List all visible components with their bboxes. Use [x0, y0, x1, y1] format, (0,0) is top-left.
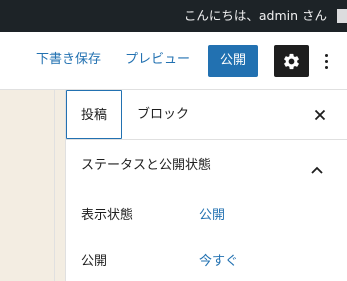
more-vertical-icon [325, 54, 328, 57]
visibility-value-button[interactable]: 公開 [199, 208, 225, 224]
publish-label: 公開 [81, 254, 108, 269]
visibility-label: 表示状態 [81, 208, 134, 223]
sidebar-tabs: 投稿 ブロック [66, 90, 347, 140]
tab-post[interactable]: 投稿 [66, 90, 122, 139]
save-draft-button[interactable]: 下書き保存 [36, 52, 101, 68]
close-sidebar-button[interactable] [312, 107, 328, 123]
editor-canvas[interactable] [0, 90, 65, 281]
panel-title[interactable]: ステータスと公開状態 [81, 158, 211, 174]
admin-bar: こんにちは、admin さん [0, 0, 347, 32]
avatar[interactable] [337, 9, 347, 23]
publish-date-button[interactable]: 今すぐ [199, 254, 238, 270]
more-vertical-icon-dot [325, 66, 328, 69]
panel-toggle-button[interactable] [310, 160, 324, 174]
chevron-up-icon [311, 166, 323, 174]
publish-button[interactable]: 公開 [208, 45, 258, 77]
close-icon [314, 109, 326, 121]
preview-button[interactable]: プレビュー [125, 52, 190, 68]
editor-header: 下書き保存 プレビュー 公開 [0, 32, 347, 90]
settings-sidebar: 投稿 ブロック ステータスと公開状態 表示状態 公開 公開 今すぐ [65, 90, 347, 281]
admin-greeting[interactable]: こんにちは、admin さん [184, 8, 327, 24]
gear-icon [284, 53, 299, 70]
canvas-divider [54, 90, 55, 281]
more-vertical-icon-dot [325, 60, 328, 63]
tab-block[interactable]: ブロック [126, 90, 200, 139]
more-options-button[interactable] [320, 47, 334, 75]
settings-button[interactable] [274, 45, 309, 77]
